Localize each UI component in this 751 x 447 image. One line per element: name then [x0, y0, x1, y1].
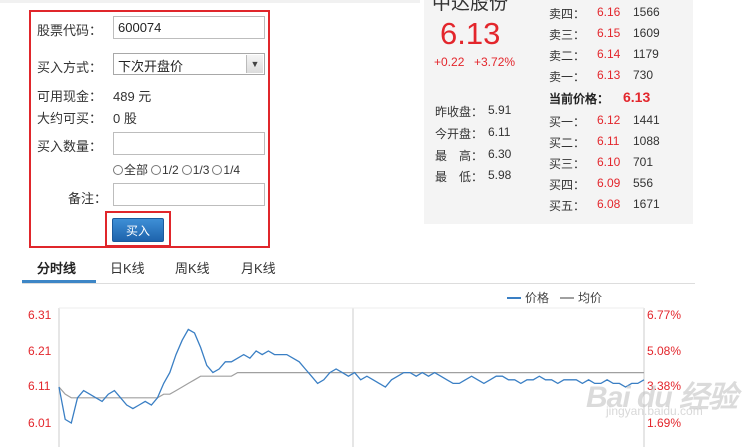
y-tick-right-0: 6.77% [647, 308, 681, 322]
baidu-watermark-url: jingyan.baidu.com [606, 404, 703, 418]
y-tick-left-0: 6.31 [28, 308, 52, 322]
y-tick-right-3: 1.69% [647, 416, 681, 430]
series-avg-price-line [58, 372, 644, 399]
y-tick-right-1: 5.08% [647, 344, 681, 358]
y-tick-left-3: 6.01 [28, 416, 52, 430]
series-price-line [58, 328, 645, 425]
y-tick-left-1: 6.21 [28, 344, 52, 358]
y-tick-left-2: 6.11 [28, 379, 51, 393]
